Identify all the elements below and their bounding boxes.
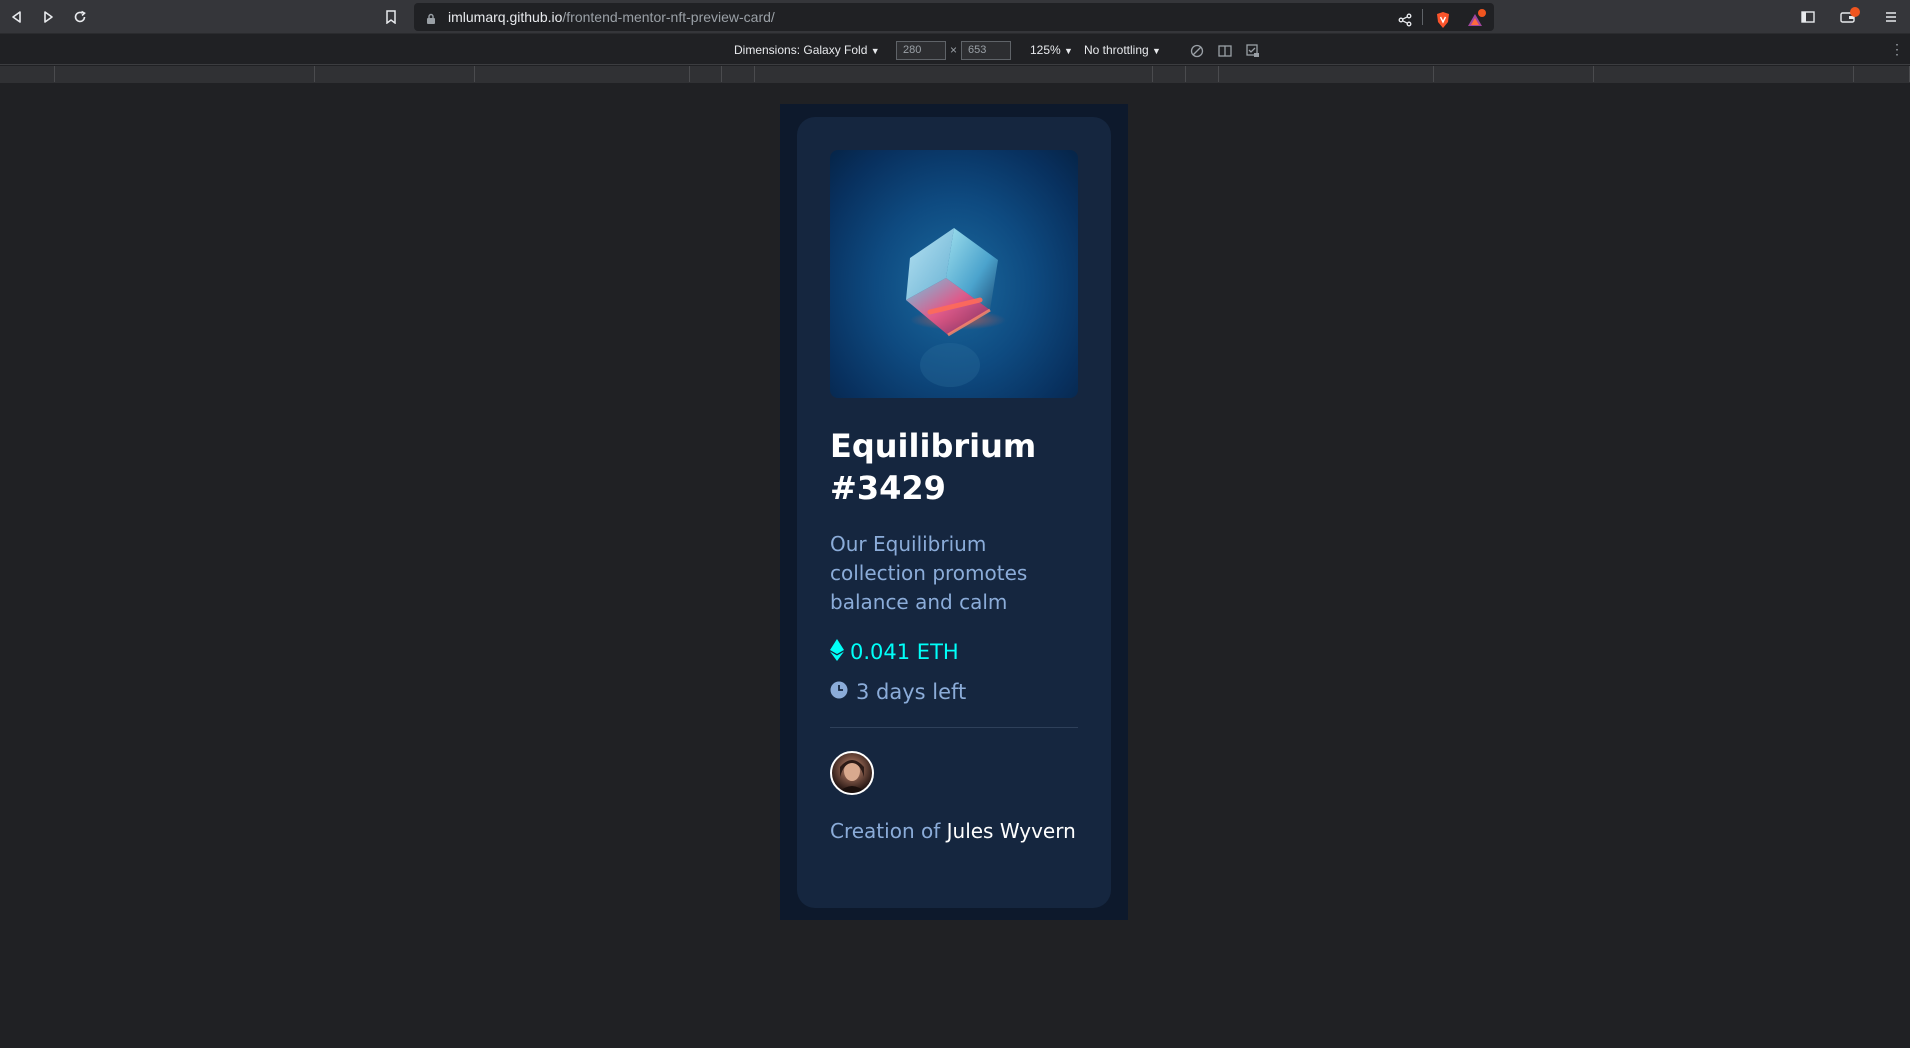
time-left: 3 days left [856,680,967,704]
chevron-down-icon: ▼ [1152,46,1161,56]
ethereum-icon [830,639,844,665]
nft-image[interactable] [830,150,1078,398]
media-segment[interactable] [315,66,475,82]
nft-card: Equilibrium #3429 Our Equilibrium collec… [797,117,1111,908]
creator-line: Creation of Jules Wyvern [830,817,1080,846]
media-segment[interactable] [755,66,1153,82]
menu-icon[interactable] [1880,6,1902,28]
sidebar-icon[interactable] [1797,6,1819,28]
wallet-badge [1850,7,1860,17]
dimension-separator: × [950,43,958,57]
throttling-dropdown[interactable]: No throttling ▼ [1084,43,1161,57]
media-segment[interactable] [0,66,55,82]
lock-icon [426,10,436,29]
dual-screen-icon[interactable] [1216,42,1234,60]
browser-toolbar: imlumarq.github.io/frontend-mentor-nft-p… [0,0,1910,34]
throttling-label: No throttling [1084,43,1149,57]
dimensions-label: Dimensions: Galaxy Fold [734,43,868,57]
media-segment[interactable] [1153,66,1186,82]
creator-prefix: Creation of [830,819,941,843]
chevron-down-icon: ▼ [1064,46,1073,56]
clock-icon [830,681,848,703]
media-segment[interactable] [55,66,315,82]
media-segment[interactable] [1854,66,1910,82]
dimensions-dropdown[interactable]: Dimensions: Galaxy Fold ▼ [734,43,880,57]
media-segment[interactable] [1434,66,1594,82]
width-input[interactable]: 280 [896,41,946,60]
media-segment[interactable] [1186,66,1219,82]
nft-title[interactable]: Equilibrium #3429 [830,425,1080,509]
media-segment[interactable] [1594,66,1854,82]
rotate-icon[interactable] [1188,42,1206,60]
media-segment[interactable] [722,66,755,82]
brave-rewards-icon[interactable] [1464,9,1486,31]
back-icon[interactable] [6,6,28,28]
media-query-bar [0,66,1910,83]
zoom-label: 125% [1030,43,1061,57]
nft-description: Our Equilibrium collection promotes bala… [830,532,1028,614]
url-text: imlumarq.github.io/frontend-mentor-nft-p… [448,9,775,25]
rewards-badge [1478,9,1486,17]
device-posture-icon[interactable] [1244,42,1262,60]
creator-name[interactable]: Jules Wyvern [947,819,1076,843]
toolbar-separator [1422,9,1423,25]
chevron-down-icon: ▼ [870,46,880,56]
card-divider [830,727,1078,728]
device-toolbar: Dimensions: Galaxy Fold ▼ 280 × 653 125%… [0,35,1910,65]
media-segment[interactable] [475,66,690,82]
wallet-icon[interactable] [1837,6,1860,28]
media-segment[interactable] [1219,66,1434,82]
reload-icon[interactable] [69,6,91,28]
address-bar[interactable]: imlumarq.github.io/frontend-mentor-nft-p… [414,3,1494,31]
bookmark-icon[interactable] [380,6,402,28]
height-input[interactable]: 653 [961,41,1011,60]
url-host: imlumarq.github.io [448,9,563,25]
share-icon[interactable] [1394,9,1416,31]
more-options-icon[interactable]: ⋮ [1890,41,1904,58]
media-segment[interactable] [690,66,722,82]
forward-icon[interactable] [37,6,59,28]
nft-price: 0.041 ETH [850,640,959,664]
zoom-dropdown[interactable]: 125% ▼ [1030,43,1073,57]
creator-avatar [830,751,874,795]
brave-shield-icon[interactable] [1432,9,1454,31]
price-row: 0.041 ETH [830,637,959,667]
device-viewport: Equilibrium #3429 Our Equilibrium collec… [780,104,1128,920]
url-path: /frontend-mentor-nft-preview-card/ [562,9,775,25]
time-row: 3 days left [830,677,966,707]
